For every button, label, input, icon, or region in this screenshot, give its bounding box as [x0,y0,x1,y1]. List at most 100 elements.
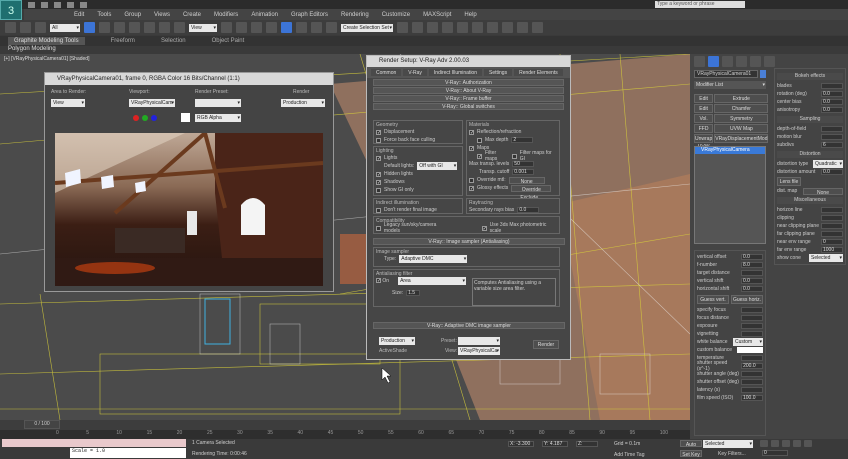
rollup-adaptive-dmc[interactable]: V-Ray:: Adaptive DMC image sampler [373,322,565,329]
modifier-button[interactable]: Extrude [714,94,769,103]
stack-item-camera[interactable]: VRayPhysicalCamera [695,147,765,154]
modify-tab-icon[interactable] [708,56,719,67]
named-selection-dropdown[interactable]: Create Selection Set [341,23,393,32]
max-depth-checkbox[interactable]: Max depth 2 [469,136,557,144]
render-production-icon[interactable] [532,22,543,33]
render-mode-dropdown[interactable]: Production [281,99,325,107]
lights-checkbox[interactable]: ✓ Lights [376,154,460,162]
guess-horiz-button[interactable]: Guess horiz. [731,295,763,304]
param-spinner[interactable] [821,134,843,140]
tab-freeform[interactable]: Freeform [111,38,135,44]
param-spinner[interactable] [821,207,843,213]
override-exclude-button[interactable]: Override Exclude... [511,184,552,201]
param-spinner[interactable] [821,223,843,229]
rotate-icon[interactable] [159,22,170,33]
modifier-button[interactable]: Edit Spline [694,104,714,120]
save-icon[interactable] [54,1,61,8]
rendered-frame-window-icon[interactable] [517,22,528,33]
keyboard-shortcut-icon[interactable] [251,22,262,33]
render-setup-icon[interactable] [502,22,513,33]
render-preset-dropdown[interactable] [195,99,241,107]
param-spinner[interactable]: 0.0 [821,91,843,97]
rollup-about-vray[interactable]: V-Ray:: About V-Ray [373,87,564,94]
param-spinner[interactable]: 0 [821,239,843,245]
redo-icon[interactable] [80,1,87,8]
transp-cutoff-spinner[interactable]: 0.001 [512,169,535,175]
object-name-field[interactable]: VRayPhysicalCamera01 [694,70,758,78]
tab-render-elements[interactable]: Render Elements [514,69,563,76]
param-spinner[interactable]: 1000 [821,247,843,253]
distortion-amount-spinner[interactable]: 0.0 [821,169,843,175]
override-mtl-checkbox[interactable]: Override mtl: None [469,176,557,185]
unlink-icon[interactable] [20,22,31,33]
rectangle-selection-icon[interactable] [114,22,125,33]
align-icon[interactable] [412,22,423,33]
aa-filter-dropdown[interactable]: Area [398,277,467,285]
guess-vert-button[interactable]: Guess vert. [697,295,729,304]
param-spinner[interactable] [741,323,763,329]
show-cone-dropdown[interactable]: Selected [809,254,843,262]
angle-snap-icon[interactable] [281,22,292,33]
param-spinner[interactable] [821,126,843,132]
window-crossing-icon[interactable] [129,22,140,33]
menu-create[interactable]: Create [183,12,201,18]
key-filter-dropdown[interactable]: Selected [703,440,753,448]
menu-modifiers[interactable]: Modifiers [214,12,238,18]
render-button[interactable]: Render [533,340,559,349]
maxscript-output[interactable]: Scale = 1.0 [70,448,186,458]
rollout-title-bokeh[interactable]: Bokeh effects [777,73,843,80]
preset-dropdown[interactable] [458,337,500,345]
show-gi-only-checkbox[interactable]: Show GI only [376,186,460,194]
x-coordinate[interactable]: X: -3.300 [508,441,534,447]
distortion-type-dropdown[interactable]: Quadratic [813,160,843,168]
green-channel-icon[interactable] [142,115,148,121]
menu-edit[interactable]: Edit [74,12,84,18]
menu-animation[interactable]: Animation [251,12,278,18]
modifier-button[interactable]: VRayDisplacementMod [714,134,769,143]
current-frame-field[interactable]: 0 [762,450,788,456]
search-input[interactable]: Type a keyword or phrase [655,1,745,8]
hierarchy-tab-icon[interactable] [722,56,733,67]
tab-common[interactable]: Common [371,69,402,76]
channel-dropdown[interactable]: RGB Alpha [195,114,241,122]
curve-editor-icon[interactable] [457,22,468,33]
time-slider-thumb[interactable]: 0 / 100 [24,420,60,429]
photometric-scale-checkbox[interactable]: ✓ Use 3ds Max photometric scale [481,222,557,234]
rollup-image-sampler[interactable]: V-Ray:: Image sampler (Antialiasing) [373,238,565,245]
rollout-title-sampling[interactable]: Sampling [777,116,843,123]
play-icon[interactable] [782,440,790,447]
param-spinner[interactable]: 8.0 [741,262,763,268]
default-lights-dropdown[interactable]: Off with GI [417,162,458,170]
pivot-center-icon[interactable] [221,22,232,33]
menu-group[interactable]: Group [124,12,141,18]
aa-size-spinner[interactable]: 1.5 [406,290,421,296]
rollup-global-switches[interactable]: V-Ray:: Global switches [373,103,564,110]
param-spinner[interactable] [821,215,843,221]
select-object-icon[interactable] [84,22,95,33]
white-balance-dropdown[interactable]: Custom [733,338,763,346]
percent-snap-icon[interactable] [296,22,307,33]
material-editor-icon[interactable] [487,22,498,33]
legacy-models-checkbox[interactable]: Legacy sun/sky/camera models [376,222,452,234]
edit-named-selection-icon[interactable] [326,22,337,33]
previous-frame-icon[interactable] [771,440,779,447]
manipulate-icon[interactable] [236,22,247,33]
modifier-button[interactable]: Edit Poly [694,94,714,110]
tab-selection[interactable]: Selection [161,38,186,44]
bind-space-warp-icon[interactable] [35,22,46,33]
viewport-label[interactable]: [+] [VRayPhysicalCamera01] [Shaded] [4,56,89,62]
schematic-view-icon[interactable] [472,22,483,33]
param-spinner[interactable]: 200.0 [741,363,763,369]
param-spinner[interactable] [821,83,843,89]
param-spinner[interactable]: 0.0 [821,107,843,113]
rollout-title-distortion[interactable]: Distortion [777,151,843,158]
utilities-tab-icon[interactable] [764,56,775,67]
modifier-button[interactable]: FFD Rotate [694,124,714,140]
param-spinner[interactable]: 0.0 [741,286,763,292]
new-file-icon[interactable] [28,1,35,8]
modifier-button[interactable]: Vol. Select [694,114,714,130]
override-mtl-button[interactable]: None [508,176,545,185]
menu-customize[interactable]: Customize [382,12,410,18]
glossy-effects-checkbox[interactable]: ✓ Glossy effects Override Exclude... [469,184,557,201]
render-mode-production-dropdown[interactable]: Production [379,337,415,345]
